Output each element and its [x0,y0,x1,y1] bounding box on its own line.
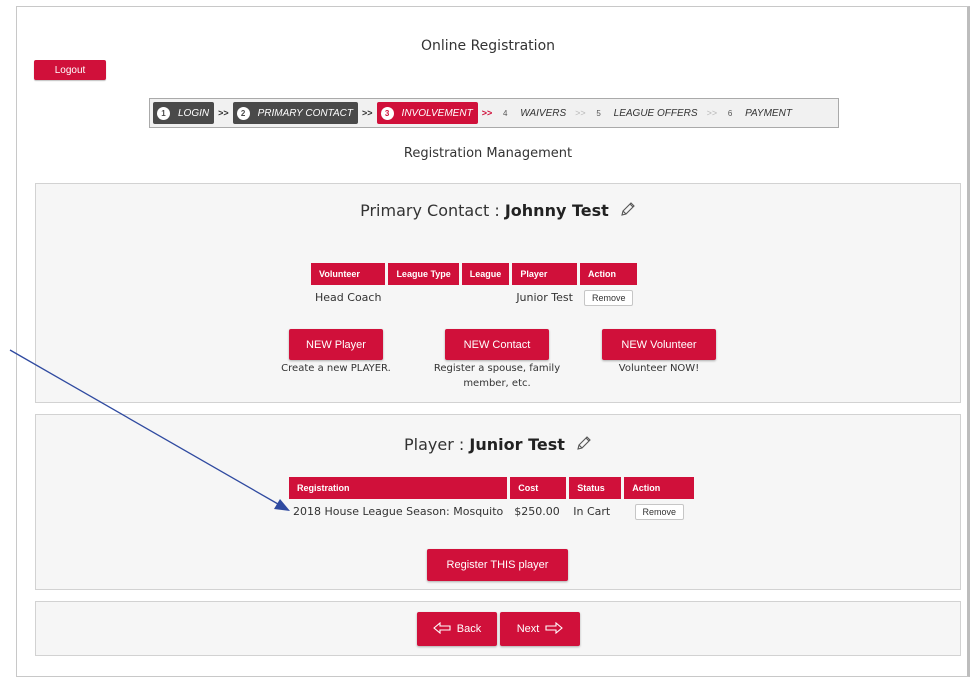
player-panel: Player : Junior Test Registration Cost S… [35,414,961,590]
new-volunteer-help: Volunteer NOW! [618,363,700,374]
step-separator: >> [362,108,373,118]
player-cell: Junior Test [516,290,573,304]
step-label: INVOLVEMENT [401,107,473,119]
step-number: 2 [236,106,250,120]
new-player-button[interactable]: NEW Player [289,329,383,360]
new-player-help: Create a new PLAYER. [281,363,391,374]
remove-registration-button[interactable]: Remove [634,503,685,520]
column-header: League [461,263,510,285]
page-subtitle: Registration Management [403,146,573,161]
back-label: Back [456,623,482,635]
step-separator: >> [481,108,493,118]
league-cell [462,285,510,309]
column-header: Cost [510,477,567,499]
back-arrow-icon [432,621,451,637]
player-name: Junior Test [469,435,565,454]
column-header: Action [624,477,695,499]
volunteer-table: Volunteer League Type League Player Acti… [308,263,640,309]
column-header: Status [569,477,622,499]
progress-steps: 1 LOGIN >> 2 PRIMARY CONTACT >> 3 INVOLV… [149,98,839,128]
pencil-icon[interactable] [576,435,592,455]
app-title: Online Registration [420,38,556,54]
step-league-offers: 5 LEAGUE OFFERS [590,102,703,124]
next-button[interactable]: Next [500,612,580,646]
step-primary-contact[interactable]: 2 PRIMARY CONTACT [232,102,359,124]
navigation-panel: Back Next [35,601,961,656]
next-arrow-icon [545,621,564,637]
status-cell: In Cart [573,504,611,518]
step-number: 5 [596,108,601,118]
logout-button[interactable]: Logout [34,60,106,80]
column-header: Volunteer [311,263,386,285]
step-label: PAYMENT [745,107,792,119]
primary-contact-panel: Primary Contact : Johnny Test Volunteer … [35,183,961,403]
column-header: Action [579,263,638,285]
step-payment: 6 PAYMENT [721,102,797,124]
primary-contact-name: Johnny Test [504,201,609,220]
new-volunteer-button[interactable]: NEW Volunteer [602,329,716,360]
register-player-button[interactable]: Register THIS player [427,549,568,581]
step-involvement[interactable]: 3 INVOLVEMENT [376,102,478,124]
step-login[interactable]: 1 LOGIN [153,102,215,124]
volunteer-cell: Head Coach [315,290,382,304]
step-number: 6 [727,108,733,118]
step-number: 3 [380,106,394,120]
step-waivers: 4 WAIVERS [496,102,571,124]
primary-contact-heading: Primary Contact : Johnny Test [36,201,960,221]
heading-prefix: Primary Contact : [360,201,505,220]
new-contact-button[interactable]: NEW Contact [445,329,549,360]
cost-cell: $250.00 [514,504,560,518]
column-header: Player [512,263,577,285]
remove-volunteer-button[interactable]: Remove [583,289,634,306]
column-header: League Type [388,263,459,285]
step-number: 4 [502,108,508,118]
league-type-cell [388,285,458,309]
new-contact-help: Register a spouse, family member, etc. [433,363,561,389]
step-separator: >> [706,108,718,118]
step-separator: >> [575,108,586,118]
table-row: Head Coach Junior Test Remove [311,285,637,309]
step-label: PRIMARY CONTACT [257,107,354,119]
pencil-icon[interactable] [620,201,636,221]
table-row: 2018 House League Season: Mosquito $250.… [289,499,694,523]
step-label: LEAGUE OFFERS [613,107,698,119]
player-heading: Player : Junior Test [36,435,960,455]
step-label: LOGIN [178,107,210,119]
registration-table: Registration Cost Status Action 2018 Hou… [286,477,697,523]
step-label: WAIVERS [520,107,567,119]
heading-prefix: Player : [404,435,470,454]
registration-cell: 2018 House League Season: Mosquito [293,504,504,518]
back-button[interactable]: Back [417,612,497,646]
step-separator: >> [218,108,229,118]
step-number: 1 [157,106,170,120]
next-label: Next [516,623,540,635]
column-header: Registration [289,477,508,499]
